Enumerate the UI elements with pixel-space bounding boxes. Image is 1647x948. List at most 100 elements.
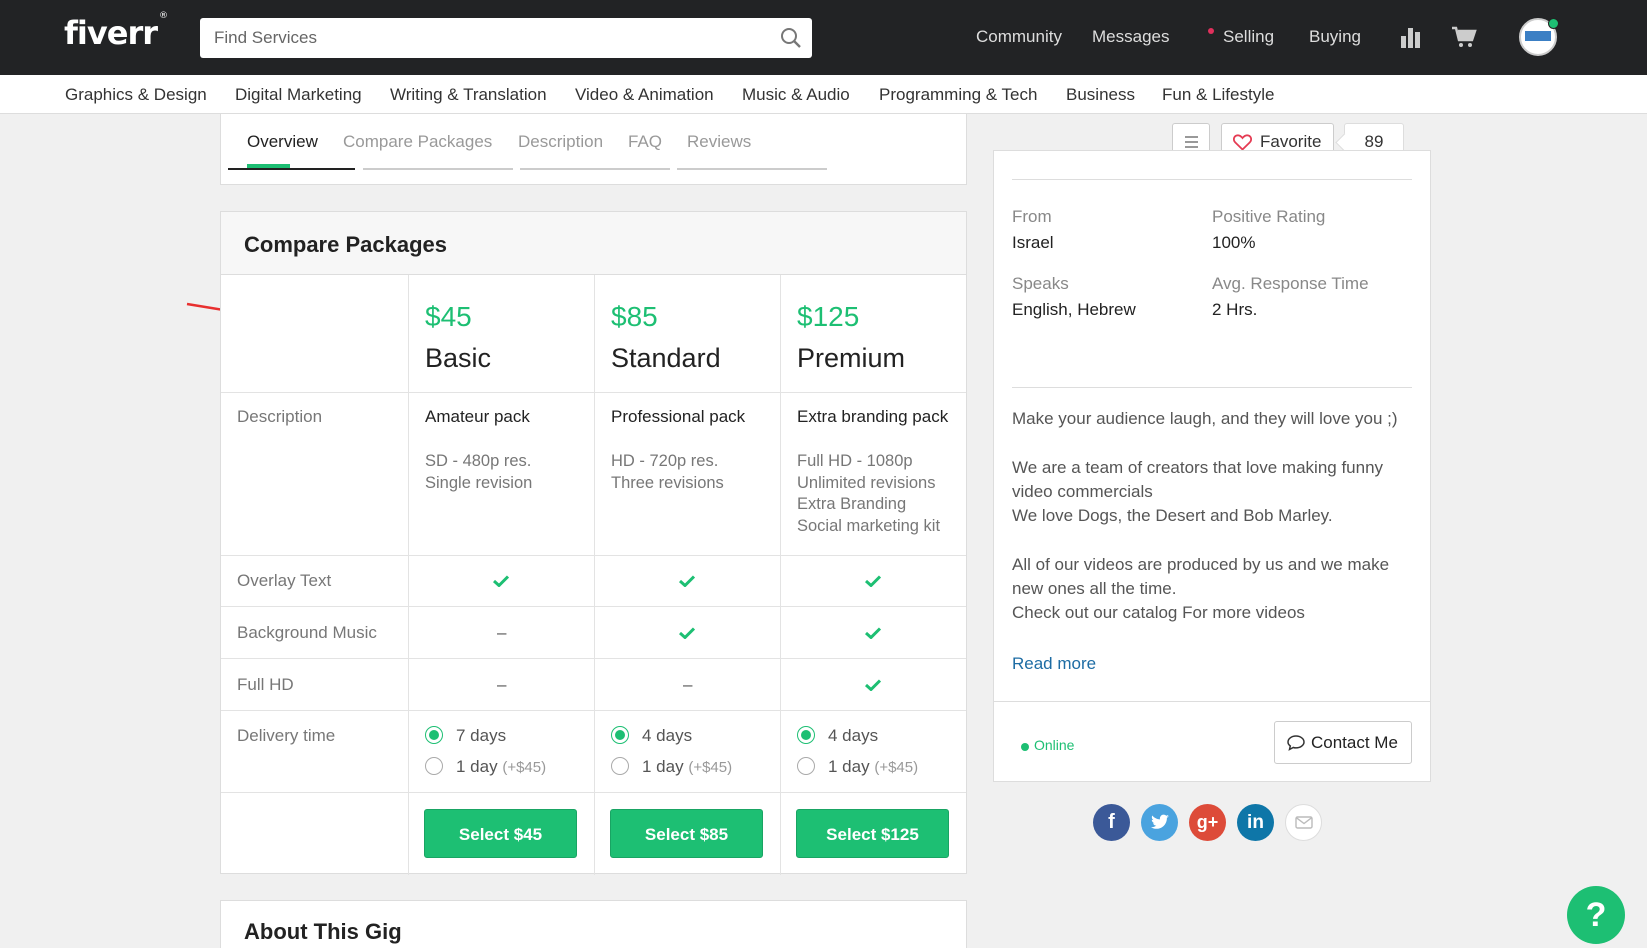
not-included-dash: –: [497, 623, 507, 642]
nav-buying[interactable]: Buying: [1309, 27, 1361, 47]
check-icon: [865, 679, 881, 691]
search-input[interactable]: [200, 18, 760, 58]
avatar-image: [1525, 31, 1551, 41]
search-bar: [200, 18, 812, 58]
fast-delivery-label: 1 day: [642, 757, 684, 776]
grid-divider: [221, 710, 966, 711]
category-digital-marketing[interactable]: Digital Marketing: [235, 85, 362, 105]
grid-divider: [221, 606, 966, 607]
category-music-audio[interactable]: Music & Audio: [742, 85, 850, 105]
premium-delivery-radio-fast[interactable]: [797, 757, 815, 775]
nav-selling[interactable]: Selling: [1223, 27, 1274, 47]
seller-bio-line: We love Dogs, the Desert and Bob Marley.: [1012, 506, 1333, 525]
seller-bio-line: new ones all the time.: [1012, 579, 1177, 598]
row-label-overlay-text: Overlay Text: [237, 571, 332, 590]
basic-desc-line: SD - 480p res.: [425, 452, 532, 470]
check-icon: [679, 575, 695, 587]
basic-desc-title: Amateur pack: [425, 407, 530, 426]
standard-delivery-radio-fast[interactable]: [611, 757, 629, 775]
category-graphics-design[interactable]: Graphics & Design: [65, 85, 207, 105]
facebook-icon: f: [1108, 811, 1115, 833]
linkedin-share-button[interactable]: in: [1237, 804, 1274, 841]
basic-delivery-option-standard[interactable]: 7 days: [456, 726, 506, 746]
basic-delivery-radio-standard[interactable]: [425, 726, 443, 744]
grid-divider: [780, 275, 781, 875]
select-basic-button[interactable]: Select $45: [424, 809, 577, 858]
read-more-link[interactable]: Read more: [1012, 654, 1096, 674]
standard-delivery-option-fast[interactable]: 1 day (+$45): [642, 757, 732, 777]
tab-faq[interactable]: FAQ: [628, 132, 662, 152]
googleplus-icon: g+: [1196, 812, 1219, 832]
basic-delivery-option-fast[interactable]: 1 day (+$45): [456, 757, 546, 777]
from-label: From: [1012, 207, 1052, 226]
fast-delivery-extra: (+$45): [688, 759, 733, 776]
envelope-icon: [1294, 816, 1313, 829]
basic-name: Basic: [425, 343, 492, 373]
fast-delivery-extra: (+$45): [502, 759, 547, 776]
facebook-share-button[interactable]: f: [1093, 804, 1130, 841]
seller-bio-line: Make your audience laugh, and they will …: [1012, 409, 1398, 428]
premium-price: $125: [797, 301, 860, 332]
category-fun-lifestyle[interactable]: Fun & Lifestyle: [1162, 85, 1274, 105]
online-status: Online: [1034, 737, 1075, 753]
seller-bio-line: video commercials: [1012, 482, 1153, 501]
premium-desc-line: Unlimited revisions: [797, 474, 936, 492]
premium-delivery-option-fast[interactable]: 1 day (+$45): [828, 757, 918, 777]
tab-compare-packages[interactable]: Compare Packages: [343, 132, 492, 152]
category-programming-tech[interactable]: Programming & Tech: [879, 85, 1037, 105]
standard-delivery-radio-standard[interactable]: [611, 726, 629, 744]
select-premium-button[interactable]: Select $125: [796, 809, 949, 858]
favorite-label: Favorite: [1260, 132, 1322, 151]
tab-description[interactable]: Description: [518, 132, 603, 152]
select-standard-button[interactable]: Select $85: [610, 809, 763, 858]
fast-delivery-extra: (+$45): [874, 759, 919, 776]
premium-delivery-option-standard[interactable]: 4 days: [828, 726, 878, 746]
seller-bio-line: Check out our catalog For more videos: [1012, 603, 1305, 622]
basic-delivery-radio-fast[interactable]: [425, 757, 443, 775]
menu-icon-line: [1185, 136, 1198, 138]
speaks-label: Speaks: [1012, 274, 1069, 293]
premium-delivery-radio-standard[interactable]: [797, 726, 815, 744]
contact-me-button[interactable]: Contact Me: [1274, 721, 1412, 764]
check-icon: [865, 575, 881, 587]
premium-name: Premium: [797, 343, 906, 373]
category-video-animation[interactable]: Video & Animation: [575, 85, 714, 105]
fast-delivery-label: 1 day: [828, 757, 870, 776]
premium-desc-line: Full HD - 1080p: [797, 452, 913, 470]
analytics-icon[interactable]: [1400, 26, 1422, 48]
basic-desc-line: Single revision: [425, 474, 533, 492]
category-business[interactable]: Business: [1066, 85, 1135, 105]
standard-price: $85: [611, 301, 658, 332]
premium-desc-line: Social marketing kit: [797, 517, 941, 535]
top-bar: fiverr® Community Messages Selling Buyin…: [0, 0, 1647, 75]
search-icon[interactable]: [780, 27, 802, 49]
standard-delivery-option-standard[interactable]: 4 days: [642, 726, 692, 746]
nav-community[interactable]: Community: [976, 27, 1062, 47]
help-button[interactable]: ?: [1567, 886, 1625, 944]
category-bar: Graphics & Design Digital Marketing Writ…: [0, 75, 1647, 114]
contact-me-label: Contact Me: [1311, 733, 1398, 752]
nav-messages[interactable]: Messages: [1092, 27, 1169, 47]
heart-icon: [1233, 134, 1252, 151]
divider: [1012, 179, 1412, 180]
email-share-button[interactable]: [1285, 804, 1322, 841]
grid-divider: [408, 275, 409, 875]
fiverr-logo[interactable]: fiverr ®: [64, 11, 168, 52]
tab-reviews[interactable]: Reviews: [687, 132, 751, 152]
compare-title: Compare Packages: [244, 232, 447, 257]
category-writing-translation[interactable]: Writing & Translation: [390, 85, 547, 105]
help-icon: ?: [1585, 896, 1607, 934]
linkedin-icon: in: [1247, 812, 1264, 833]
chat-bubble-icon: [1287, 735, 1305, 751]
googleplus-share-button[interactable]: g+: [1189, 804, 1226, 841]
gig-subnav: Overview Compare Packages Description FA…: [220, 114, 967, 171]
cart-icon[interactable]: [1451, 26, 1477, 48]
check-icon: [493, 575, 509, 587]
seller-bio-line: All of our videos are produced by us and…: [1012, 555, 1390, 574]
twitter-share-button[interactable]: [1141, 804, 1178, 841]
logo-text: fiverr: [64, 14, 158, 52]
check-icon: [679, 627, 695, 639]
tab-overview[interactable]: Overview: [247, 132, 318, 152]
grid-divider: [221, 392, 966, 393]
standard-desc-line: HD - 720p res.: [611, 452, 719, 470]
